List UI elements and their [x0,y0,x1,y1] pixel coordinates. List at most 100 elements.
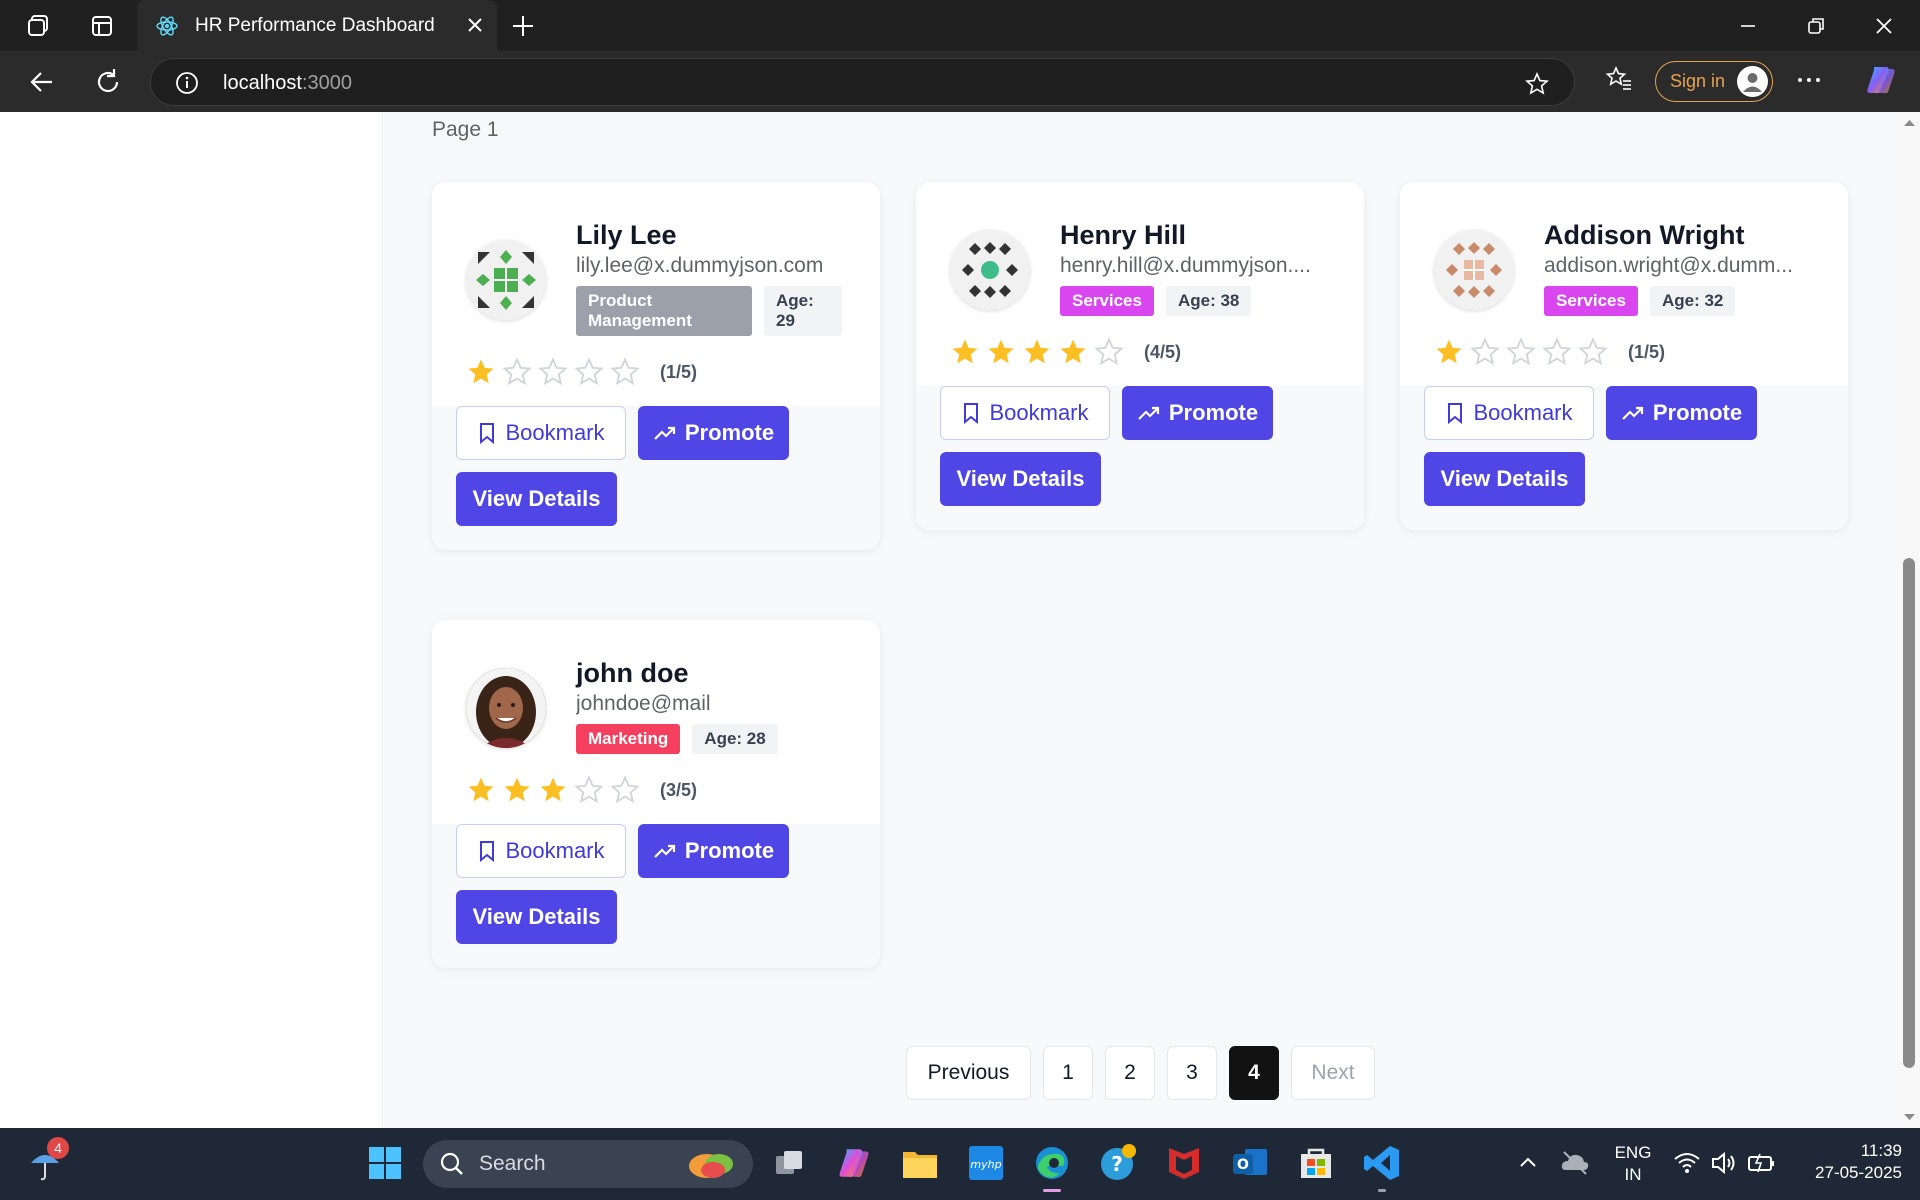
bookmark-button[interactable]: Bookmark [456,406,626,460]
star-filled-icon [1436,339,1462,364]
page-button-3[interactable]: 3 [1167,1046,1217,1100]
minimize-icon[interactable] [1732,10,1764,42]
copilot-taskbar-icon[interactable] [831,1140,877,1186]
workspaces-icon[interactable] [22,10,54,42]
battery-icon[interactable] [1746,1150,1776,1176]
show-hidden-icons-icon[interactable] [1517,1152,1539,1174]
avatar [950,230,1030,310]
trending-up-icon [1622,406,1643,420]
sign-in-button[interactable]: Sign in [1655,61,1773,102]
next-page-button[interactable]: Next [1291,1046,1375,1100]
trending-up-icon [1138,406,1159,420]
page-button-1[interactable]: 1 [1043,1046,1093,1100]
outlook-icon[interactable]: O [1227,1140,1273,1186]
svg-text:O: O [1237,1157,1249,1173]
employee-name: Henry Hill [1060,220,1187,250]
promote-button[interactable]: Promote [638,406,789,460]
bookmark-button[interactable]: Bookmark [940,386,1110,440]
employee-card: Lily Lee lily.lee@x.dummyjson.com Produc… [432,182,880,550]
copilot-icon[interactable] [1864,64,1898,96]
weather-badge: 4 [47,1137,69,1159]
favorites-icon[interactable] [1604,64,1634,94]
star-filled-icon [504,777,530,802]
rating-stars: (3/5) [466,772,880,808]
edge-browser-icon[interactable] [1029,1140,1075,1192]
get-help-icon[interactable]: ? [1095,1140,1141,1186]
age-badge: Age: 32 [1649,286,1736,316]
tab-actions-icon[interactable] [86,10,118,42]
taskbar-search-input[interactable]: Search [423,1140,753,1188]
employee-name: Addison Wright [1544,220,1745,250]
rating-stars: (1/5) [466,354,880,390]
employee-card: Henry Hill henry.hill@x.dummyjson.... Se… [916,182,1364,530]
star-empty-icon [1470,337,1500,366]
avatar [1434,230,1514,310]
wifi-icon[interactable] [1673,1150,1701,1176]
view-details-button[interactable]: View Details [456,472,617,526]
page-scrollbar[interactable] [1899,112,1920,1128]
pagination: Previous 1 2 3 4 Next [906,1046,1375,1100]
promote-button[interactable]: Promote [1606,386,1757,440]
url-host: localhost [223,72,302,94]
volume-icon[interactable] [1710,1150,1738,1176]
age-badge: Age: 28 [692,724,778,754]
url-port: :3000 [301,72,352,94]
previous-page-button[interactable]: Previous [906,1046,1031,1100]
view-details-button[interactable]: View Details [1424,452,1585,506]
url-bar[interactable]: localhost:3000 [150,58,1575,106]
onedrive-icon[interactable] [1560,1148,1590,1176]
browser-tab-bar: HR Performance Dashboard [0,0,1920,51]
promote-button[interactable]: Promote [638,824,789,878]
department-badge: Marketing [576,724,681,754]
clock-date: 27-05-2025 [1815,1163,1902,1182]
start-windows-icon[interactable] [362,1140,408,1186]
employee-email: johndoe@mail [576,692,711,715]
page-button-2[interactable]: 2 [1105,1046,1155,1100]
vscode-icon[interactable] [1359,1140,1405,1192]
employee-name: Lily Lee [576,220,677,250]
language-indicator[interactable]: ENG IN [1608,1142,1658,1186]
promote-label: Promote [684,420,775,445]
view-details-button[interactable]: View Details [940,452,1101,506]
promote-button[interactable]: Promote [1122,386,1273,440]
mcafee-icon[interactable] [1161,1140,1207,1186]
star-filled-icon [1060,339,1086,364]
rating-text: (4/5) [1144,341,1182,362]
svg-text:myhp: myhp [970,1158,1001,1171]
scroll-thumb[interactable] [1903,558,1915,1068]
star-empty-icon [574,357,604,386]
star-empty-icon [610,357,640,386]
file-explorer-icon[interactable] [897,1140,943,1186]
close-window-icon[interactable] [1868,10,1900,42]
myhp-icon[interactable]: myhp [963,1140,1009,1186]
scroll-down-icon[interactable] [1899,1110,1920,1124]
avatar [466,668,546,748]
language-line-1: ENG [1614,1143,1652,1162]
close-tab-icon[interactable] [463,13,487,37]
scroll-up-icon[interactable] [1899,116,1920,130]
star-empty-icon [1578,337,1608,366]
microsoft-store-icon[interactable] [1293,1140,1339,1186]
task-view-icon[interactable] [766,1140,812,1186]
more-options-icon[interactable] [1793,66,1825,94]
browser-tab-active[interactable]: HR Performance Dashboard [137,0,497,51]
page-button-4[interactable]: 4 [1229,1046,1279,1100]
identicon-dark-icon [962,242,1018,298]
bookmark-button[interactable]: Bookmark [1424,386,1594,440]
bookmark-icon [1448,403,1463,425]
view-details-button[interactable]: View Details [456,890,617,944]
bookmark-button[interactable]: Bookmark [456,824,626,878]
favorite-star-icon[interactable] [1524,71,1550,97]
weather-widget-icon[interactable]: 4 [22,1137,69,1186]
site-info-icon[interactable] [175,71,199,95]
back-icon[interactable] [25,65,59,99]
restore-icon[interactable] [1800,10,1832,42]
new-tab-icon[interactable] [509,12,537,40]
refresh-icon[interactable] [91,65,125,99]
tab-title: HR Performance Dashboard [195,14,435,36]
employee-email: henry.hill@x.dummyjson.... [1060,254,1311,277]
bookmark-icon [964,403,979,425]
clock[interactable]: 11:39 27-05-2025 [1792,1140,1902,1184]
search-placeholder: Search [479,1152,546,1175]
employee-email: lily.lee@x.dummyjson.com [576,254,824,277]
